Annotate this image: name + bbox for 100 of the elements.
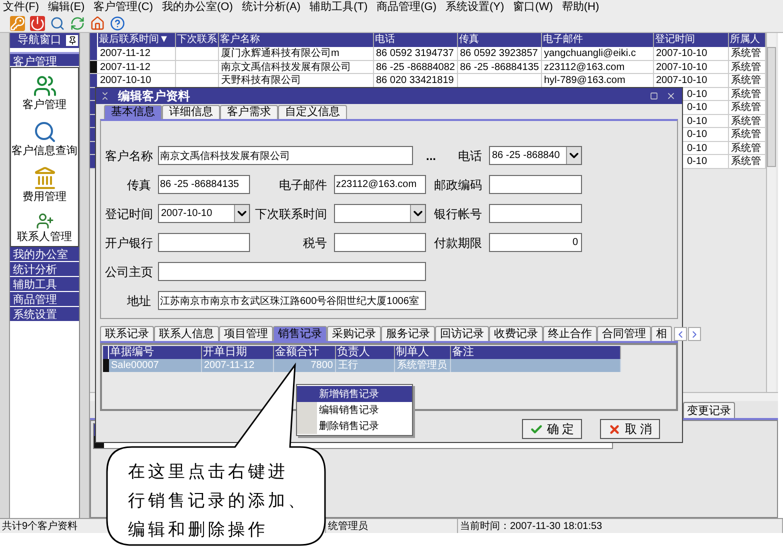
input-field[interactable]	[158, 262, 426, 281]
column-header[interactable]: 电子邮件	[542, 33, 654, 47]
column-header[interactable]: 电话	[374, 33, 458, 47]
menu-item[interactable]: 窗口(W)	[513, 2, 553, 12]
tab[interactable]: 基本信息	[104, 105, 162, 119]
column-header[interactable]: 客户名称	[219, 33, 374, 47]
scroll-left-button[interactable]	[674, 327, 687, 341]
column-header[interactable]: 所属人	[729, 33, 766, 47]
menu-item[interactable]: 客户管理(C)	[94, 2, 153, 12]
group-header[interactable]: 商品管理	[10, 292, 79, 307]
column-header[interactable]: 开单日期	[202, 346, 274, 359]
group-header[interactable]: 我的办公室	[10, 247, 79, 262]
column-header[interactable]: 最后联系时间▼	[98, 33, 176, 47]
input-field[interactable]: 0	[489, 233, 582, 252]
magnifier-icon	[32, 120, 56, 144]
dropdown-field[interactable]	[334, 204, 426, 223]
input-field[interactable]	[489, 175, 582, 194]
tab[interactable]: 收费记录	[489, 326, 543, 341]
input-field[interactable]	[334, 233, 426, 252]
bank-icon	[32, 166, 56, 190]
lookup-button[interactable]: ...	[416, 146, 446, 165]
nav-item[interactable]: 费用管理	[22, 166, 66, 204]
table-cell: hyl-789@163.com	[542, 74, 654, 86]
tab[interactable]: 项目管理	[219, 326, 273, 341]
menu-item[interactable]: 文件(F)	[3, 2, 40, 12]
group-header[interactable]: 统计分析	[10, 262, 79, 277]
scrollbar[interactable]	[766, 33, 776, 392]
column-header[interactable]: 备注	[451, 346, 621, 359]
toolbar-button[interactable]	[28, 14, 46, 32]
toolbar-button[interactable]	[108, 14, 126, 32]
input-field[interactable]: 86 -25 -86884135	[158, 175, 250, 194]
restore-icon[interactable]	[650, 92, 658, 100]
column-header[interactable]: 下次联系	[176, 33, 219, 47]
tab[interactable]: 合同管理	[597, 326, 651, 341]
table-cell: yangchuangli@eiki.c	[542, 47, 654, 60]
group-header[interactable]: 辅助工具	[10, 277, 79, 292]
scroll-thumb[interactable]	[767, 47, 776, 167]
menu-item[interactable]: 编辑(E)	[48, 2, 85, 12]
tab[interactable]: 服务记录	[381, 326, 435, 341]
dropdown-field[interactable]: 86 -25 -868840	[489, 146, 582, 165]
row-indicator[interactable]	[90, 47, 98, 60]
nav-item[interactable]: 客户信息查询	[12, 120, 78, 158]
toolbar-button[interactable]	[8, 14, 26, 32]
column-header[interactable]: 负责人	[336, 346, 395, 359]
table-cell: 系统管	[729, 60, 766, 73]
menu-item[interactable]: 统计分析(A)	[242, 2, 301, 12]
header-corner	[103, 346, 109, 359]
tab[interactable]: 终止合作	[543, 326, 597, 341]
header-corner	[90, 33, 98, 47]
pin-button[interactable]	[66, 35, 78, 46]
dropdown-field[interactable]: 2007-10-10	[158, 204, 250, 223]
menu-item[interactable]: 辅助工具(T)	[310, 2, 368, 12]
input-field[interactable]	[489, 204, 582, 223]
column-header[interactable]: 传真	[458, 33, 542, 47]
row-indicator[interactable]	[90, 60, 98, 73]
field-label: 地址	[126, 292, 152, 310]
status-text: 当前时间：2007-11-30 18:01:53	[458, 519, 783, 533]
menu-item[interactable]: 商品管理(G)	[376, 2, 436, 12]
column-header[interactable]: 登记时间	[654, 33, 729, 47]
field-label: 开户银行	[105, 234, 154, 252]
input-field[interactable]: 南京文禹信科技发展有限公司	[158, 146, 413, 165]
key-icon	[10, 16, 24, 30]
group-header[interactable]: 客户管理	[10, 52, 79, 67]
group-header[interactable]: 系统设置	[10, 307, 79, 322]
tab[interactable]: 变更记录	[683, 402, 735, 418]
tab[interactable]: 客户需求	[220, 105, 278, 119]
column-header[interactable]: 单据编号	[109, 346, 202, 359]
tab[interactable]: 销售记录	[273, 326, 327, 341]
menu-item[interactable]: 新增销售记录	[297, 386, 412, 402]
toolbar-button[interactable]	[88, 14, 106, 32]
menu-item[interactable]: 我的办公室(O)	[162, 2, 233, 12]
tab[interactable]: 相	[651, 326, 672, 341]
tab[interactable]: 详细信息	[162, 105, 220, 119]
table-cell: 系统管理员	[395, 359, 451, 372]
tab[interactable]: 自定义信息	[278, 105, 347, 119]
tab[interactable]: 回访记录	[435, 326, 489, 341]
nav-item[interactable]: 客户管理	[22, 74, 66, 112]
field-label: 电话	[457, 148, 483, 164]
field-label: 传真	[126, 176, 152, 194]
home-icon	[90, 16, 104, 30]
ok-button[interactable]: 确 定	[522, 419, 582, 439]
tab[interactable]: 采购记录	[327, 326, 381, 341]
input-field[interactable]: z23112@163.com	[334, 175, 426, 194]
scroll-right-button[interactable]	[688, 327, 701, 341]
table-cell: 系统管	[729, 74, 766, 86]
cancel-button[interactable]: 取 消	[600, 419, 660, 439]
field-label: 公司主页	[105, 264, 154, 280]
nav-item[interactable]: 联系人管理	[17, 212, 72, 244]
menu-item[interactable]: 帮助(H)	[562, 2, 600, 12]
menu-item[interactable]: 系统设置(Y)	[446, 2, 504, 12]
row-indicator[interactable]	[90, 74, 98, 86]
table-cell: 86 0592 3923857	[458, 47, 542, 60]
column-header[interactable]: 制单人	[395, 346, 451, 359]
field-label: 付款期限	[433, 234, 483, 252]
close-icon[interactable]	[666, 91, 676, 101]
input-field[interactable]	[158, 233, 250, 252]
tab[interactable]: 联系记录	[100, 326, 154, 341]
tab[interactable]: 联系人信息	[154, 326, 219, 341]
input-field[interactable]: 江苏南京市南京市玄武区珠江路600号谷阳世纪大厦1006室	[158, 291, 426, 310]
column-header[interactable]: 金额合计	[274, 346, 336, 359]
